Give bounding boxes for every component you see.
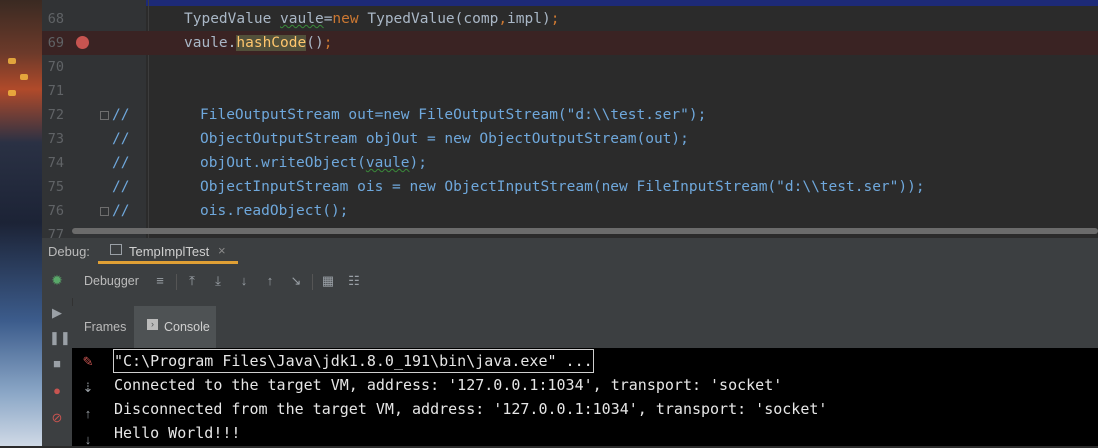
- code-line-74[interactable]: 74 // objOut.writeObject(vaule);: [42, 151, 1098, 175]
- trace-icon[interactable]: ☷: [346, 273, 362, 289]
- desktop-background: [0, 0, 42, 446]
- code-token: TypedValue(comp: [358, 11, 499, 27]
- line-number: 74: [47, 155, 64, 171]
- code-line-72[interactable]: 72 // FileOutputStream out=new FileOutpu…: [42, 103, 1098, 127]
- code-method-highlight: hashCode: [236, 35, 307, 51]
- view-breakpoints-icon[interactable]: ●: [49, 383, 65, 399]
- code-token: );: [409, 155, 427, 171]
- debug-tool-window: Debug: TempImplTest × ✹ ▶ ❚❚ ■ ● ⊘ Debug…: [42, 238, 1098, 447]
- evaluate-expression-icon[interactable]: ▦: [320, 273, 336, 289]
- comment-prefix: //: [112, 131, 130, 147]
- console-line: Disconnected from the target VM, address…: [114, 400, 828, 418]
- code-token: vaule.: [184, 35, 237, 51]
- code-keyword: ;: [550, 11, 560, 27]
- toolbar-separator: [312, 274, 313, 290]
- debug-label: Debug:: [48, 244, 90, 259]
- code-keyword: ;: [323, 35, 333, 51]
- line-number: 71: [47, 83, 64, 99]
- code-line-73[interactable]: 73 // ObjectOutputStream objOut = new Ob…: [42, 127, 1098, 151]
- console-line: Connected to the target VM, address: '12…: [114, 376, 783, 394]
- code-text: vaule.hashCode();: [184, 31, 332, 55]
- code-line-76[interactable]: 76 // ois.readObject();: [42, 199, 1098, 223]
- code-token: TypedValue: [184, 11, 281, 27]
- debug-side-toolbar: ✹ ▶ ❚❚ ■ ● ⊘: [42, 264, 73, 446]
- code-text: TypedValue vaule=new TypedValue(comp,imp…: [184, 7, 559, 31]
- line-number: 68: [47, 11, 64, 27]
- code-keyword: new: [332, 11, 359, 27]
- debugger-subtabs: Frames › Console: [72, 306, 1098, 348]
- mute-breakpoints-icon[interactable]: ⊘: [49, 410, 65, 426]
- tab-frames[interactable]: Frames: [84, 320, 126, 334]
- code-token-squiggle: vaule: [280, 11, 324, 27]
- fold-marker-icon[interactable]: [100, 207, 109, 216]
- run-config-icon: [110, 244, 122, 255]
- fold-marker-icon[interactable]: [100, 111, 109, 120]
- code-token: (): [306, 35, 324, 51]
- console-icon: ›: [147, 319, 158, 330]
- stop-icon[interactable]: ■: [49, 356, 65, 372]
- code-line-70[interactable]: 70: [42, 55, 1098, 79]
- comment-prefix: //: [112, 179, 130, 195]
- console-output[interactable]: ✎ ⇣ ↑ ↓ "C:\Program Files\Java\jdk1.8.0_…: [72, 348, 1098, 447]
- pause-program-icon[interactable]: ❚❚: [49, 330, 71, 346]
- close-icon[interactable]: ×: [218, 243, 226, 258]
- code-token: impl): [507, 11, 551, 27]
- code-comment: FileOutputStream out=new FileOutputStrea…: [200, 107, 707, 123]
- code-line-75[interactable]: 75 // ObjectInputStream ois = new Object…: [42, 175, 1098, 199]
- step-out-icon[interactable]: ↑: [262, 273, 278, 289]
- debugger-label: Debugger: [84, 274, 139, 288]
- rerun-debug-icon[interactable]: ✹: [49, 272, 65, 288]
- line-number: 73: [47, 131, 64, 147]
- code-keyword: ,: [498, 11, 508, 27]
- up-icon[interactable]: ↑: [80, 406, 96, 422]
- show-execution-point-icon[interactable]: ⤒: [184, 273, 200, 289]
- line-number: 75: [47, 179, 64, 195]
- tab-label: TempImplTest: [129, 244, 210, 259]
- tab-console[interactable]: › Console: [134, 306, 216, 348]
- code-line-71[interactable]: 71: [42, 79, 1098, 103]
- comment-prefix: //: [112, 107, 130, 123]
- editor-top-highlight: [42, 0, 1098, 6]
- code-line-68[interactable]: 68 TypedValue vaule=new TypedValue(comp,…: [42, 7, 1098, 31]
- code-editor[interactable]: 68 TypedValue vaule=new TypedValue(comp,…: [42, 0, 1098, 238]
- tab-temp-impl-test[interactable]: TempImplTest ×: [98, 238, 238, 264]
- code-comment: objOut.writeObject(vaule);: [200, 151, 427, 175]
- line-number: 70: [47, 59, 64, 75]
- menu-icon[interactable]: ≡: [152, 273, 168, 289]
- scroll-to-end-icon[interactable]: ⇣: [80, 380, 96, 396]
- code-comment: ObjectOutputStream objOut = new ObjectOu…: [200, 131, 689, 147]
- tab-label: Console: [164, 320, 210, 334]
- step-into-icon[interactable]: ↓: [236, 273, 252, 289]
- code-comment: ObjectInputStream ois = new ObjectInputS…: [200, 179, 925, 195]
- console-line: Hello World!!!: [114, 424, 241, 442]
- editor-horizontal-scrollbar[interactable]: [72, 228, 1098, 234]
- code-token-squiggle: vaule: [365, 155, 410, 171]
- step-over-icon[interactable]: ⤓: [210, 273, 226, 289]
- comment-prefix: //: [112, 155, 130, 171]
- line-number: 77: [47, 227, 64, 238]
- comment-prefix: //: [112, 203, 130, 219]
- resume-program-icon[interactable]: ▶: [49, 305, 65, 321]
- code-token: objOut.writeObject(: [200, 155, 366, 171]
- debugger-toolbar: Debugger ≡ ⤒ ⤓ ↓ ↑ ↘ ▦ ☷: [72, 264, 1098, 298]
- code-line-69-breakpoint[interactable]: 69 vaule.hashCode();: [42, 31, 1098, 55]
- console-line-command: "C:\Program Files\Java\jdk1.8.0_191\bin\…: [113, 349, 594, 373]
- clear-all-icon[interactable]: ✎: [80, 354, 96, 370]
- line-number: 69: [47, 35, 64, 51]
- run-to-cursor-icon[interactable]: ↘: [288, 273, 304, 289]
- line-number: 76: [47, 203, 64, 219]
- breakpoint-icon[interactable]: [76, 36, 89, 49]
- code-comment: ois.readObject();: [200, 203, 349, 219]
- toolbar-separator: [176, 274, 177, 290]
- line-number: 72: [47, 107, 64, 123]
- debug-header: Debug: TempImplTest ×: [42, 238, 1098, 265]
